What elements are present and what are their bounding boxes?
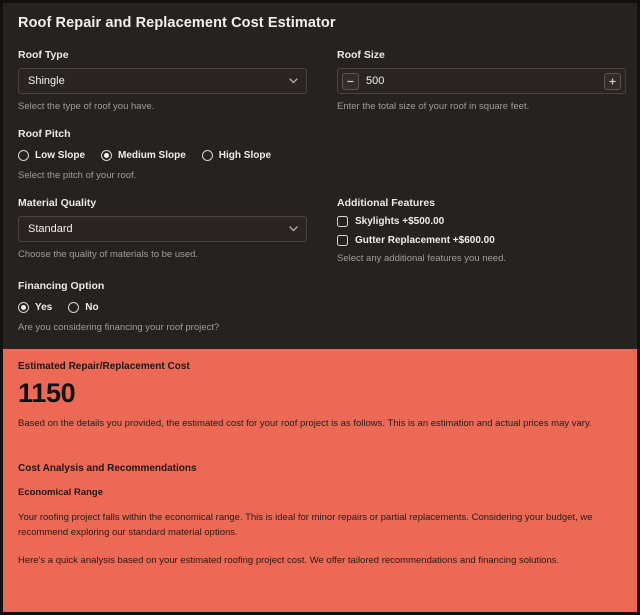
form-row-1: Roof Type Shingle Select the type of roo… — [18, 49, 626, 128]
checkbox-label: Gutter Replacement +$600.00 — [355, 235, 495, 246]
financing-option-options: Yes No — [18, 299, 307, 315]
radio-option-low-slope[interactable]: Low Slope — [18, 149, 85, 161]
radio-icon — [201, 149, 213, 161]
additional-features-label: Additional Features — [337, 197, 436, 209]
additional-features-column: Additional Features Skylights +$500.00 G… — [337, 197, 626, 280]
financing-option-help: Are you considering financing your roof … — [18, 322, 220, 333]
roof-size-help: Enter the total size of your roof in squ… — [337, 101, 530, 112]
form-area: Roof Repair and Replacement Cost Estimat… — [3, 3, 637, 349]
material-quality-select[interactable]: Standard — [18, 216, 307, 242]
radio-icon-selected — [101, 149, 112, 161]
checkbox-label: Skylights +$500.00 — [355, 216, 445, 227]
roof-size-label: Roof Size — [337, 49, 385, 61]
material-quality-select-wrap: Standard — [18, 216, 307, 242]
roof-type-select-wrap: Shingle — [18, 68, 307, 94]
radio-icon — [18, 149, 29, 161]
roof-type-select[interactable]: Shingle — [18, 68, 307, 94]
additional-features-field: Additional Features Skylights +$500.00 G… — [337, 197, 626, 264]
roof-pitch-column: Roof Pitch Low Slope Medium Slope High S… — [18, 128, 307, 197]
checkbox-icon — [337, 235, 348, 246]
radio-option-medium-slope[interactable]: Medium Slope — [101, 149, 186, 161]
radio-option-no[interactable]: No — [68, 301, 99, 313]
material-quality-column: Material Quality Standard Choose the qua… — [18, 197, 307, 280]
roof-type-field: Roof Type Shingle Select the type of roo… — [18, 49, 307, 112]
material-quality-field: Material Quality Standard Choose the qua… — [18, 197, 307, 260]
checkbox-icon — [337, 216, 348, 227]
checkbox-option-skylights[interactable]: Skylights +$500.00 — [337, 216, 626, 227]
roof-type-label: Roof Type — [18, 49, 69, 61]
financing-option-field: Financing Option Yes No Are you consider… — [18, 280, 307, 333]
checkbox-option-gutter-replacement[interactable]: Gutter Replacement +$600.00 — [337, 235, 626, 246]
roof-size-input[interactable] — [366, 75, 597, 87]
radio-icon — [68, 301, 80, 313]
roof-pitch-label: Roof Pitch — [18, 128, 71, 140]
material-quality-label: Material Quality — [18, 197, 97, 209]
analysis-paragraph-1: Your roofing project falls within the ec… — [18, 512, 593, 539]
radio-option-yes[interactable]: Yes — [18, 301, 53, 313]
financing-option-label: Financing Option — [18, 280, 105, 292]
minus-icon[interactable] — [342, 72, 359, 90]
page-title: Roof Repair and Replacement Cost Estimat… — [18, 15, 336, 31]
radio-label: Low Slope — [35, 149, 85, 161]
roof-size-field: Roof Size Enter the total size of your r… — [337, 49, 626, 112]
roof-type-column: Roof Type Shingle Select the type of roo… — [18, 49, 307, 128]
analysis-heading: Cost Analysis and Recommendations — [18, 463, 197, 475]
spacer-column — [337, 128, 626, 197]
material-quality-help: Choose the quality of materials to be us… — [18, 249, 199, 260]
roof-size-stepper — [337, 68, 626, 94]
analysis-paragraph-2: Here's a quick analysis based on your es… — [18, 554, 560, 566]
cost-analysis-section: Cost Analysis and Recommendations Econom… — [18, 463, 622, 568]
roof-size-column: Roof Size Enter the total size of your r… — [337, 49, 626, 128]
additional-features-options: Skylights +$500.00 Gutter Replacement +$… — [337, 216, 626, 246]
radio-label: No — [85, 301, 99, 313]
form-row-4: Financing Option Yes No Are you consider… — [18, 280, 622, 349]
result-title: Estimated Repair/Replacement Cost — [18, 361, 190, 372]
form-row-3: Material Quality Standard Choose the qua… — [18, 197, 622, 280]
radio-label: Yes — [35, 301, 53, 313]
analysis-subheading: Economical Range — [18, 487, 103, 499]
roof-pitch-help: Select the pitch of your roof. — [18, 170, 137, 181]
form-row-2: Roof Pitch Low Slope Medium Slope High S… — [18, 128, 622, 197]
radio-label: Medium Slope — [118, 149, 186, 161]
cost-estimator-app: Roof Repair and Replacement Cost Estimat… — [0, 0, 640, 615]
result-panel: Estimated Repair/Replacement Cost 1150 B… — [3, 349, 637, 612]
roof-pitch-field: Roof Pitch Low Slope Medium Slope High S… — [18, 128, 307, 181]
additional-features-help: Select any additional features you need. — [337, 253, 507, 264]
result-note: Based on the details you provided, the e… — [18, 418, 592, 430]
financing-option-column: Financing Option Yes No Are you consider… — [18, 280, 307, 349]
plus-icon[interactable] — [604, 72, 621, 90]
radio-option-high-slope[interactable]: High Slope — [201, 149, 272, 161]
roof-pitch-options: Low Slope Medium Slope High Slope — [18, 147, 307, 163]
estimated-cost-value: 1150 — [18, 378, 76, 408]
radio-label: High Slope — [218, 149, 272, 161]
roof-type-help: Select the type of roof you have. — [18, 101, 155, 112]
radio-icon-selected — [18, 301, 29, 313]
spacer-column — [337, 280, 626, 349]
